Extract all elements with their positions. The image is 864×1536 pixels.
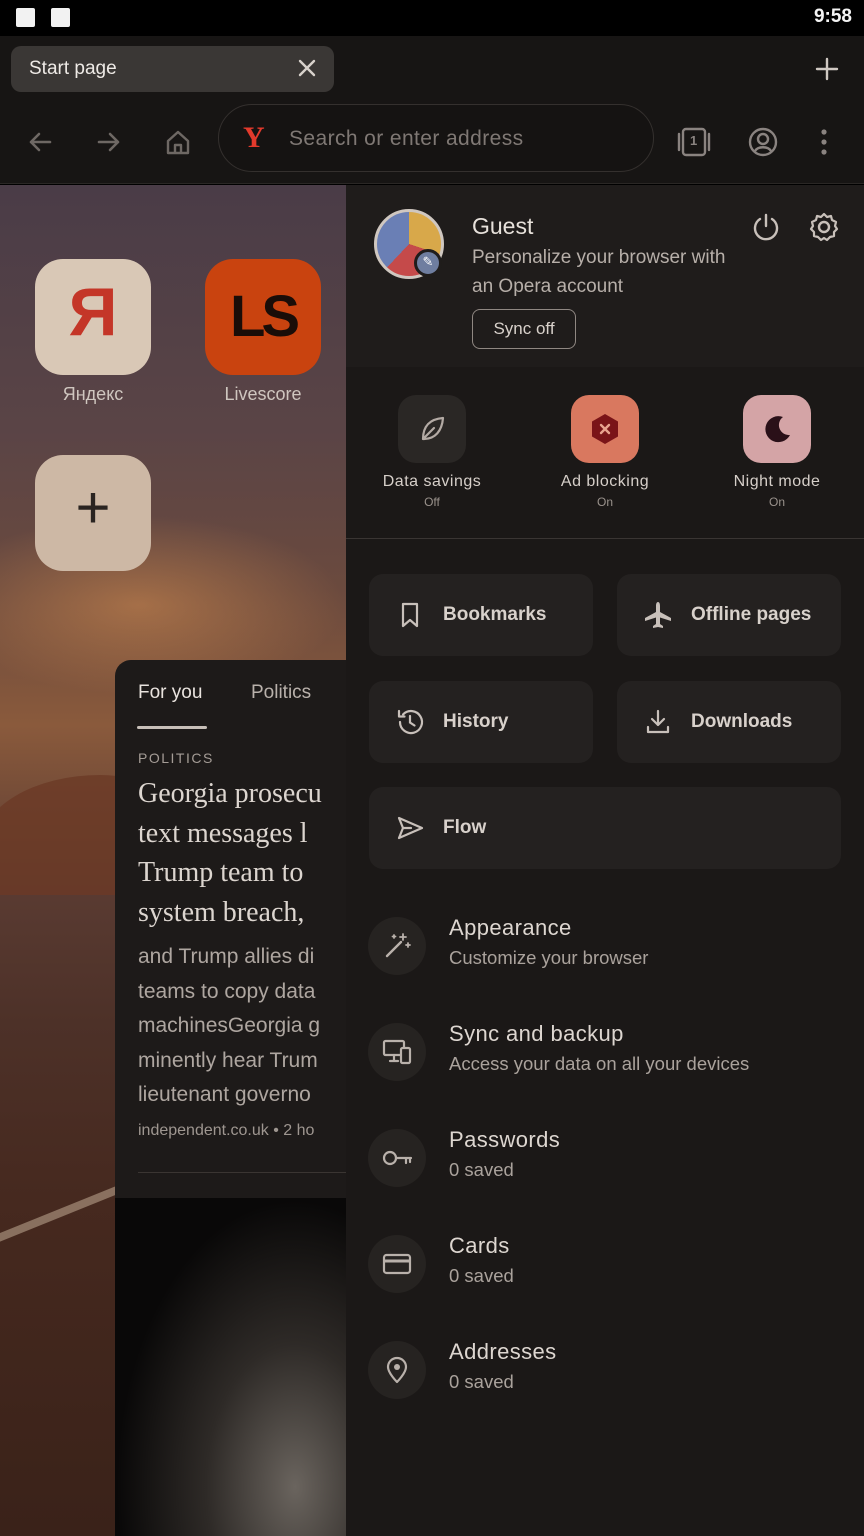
addresses-item[interactable]: Addresses 0 saved xyxy=(346,1329,864,1419)
toggle-ad-blocking[interactable]: Ad blocking On xyxy=(525,395,685,509)
bookmarks-label: Bookmarks xyxy=(443,604,547,625)
send-icon xyxy=(395,813,425,843)
bookmarks-button[interactable]: Bookmarks xyxy=(369,574,593,656)
tab-strip: Start page xyxy=(0,36,864,100)
account-icon[interactable] xyxy=(745,124,781,160)
browser-menu-panel: ✎ Guest Personalize your browser with an… xyxy=(346,185,864,1536)
news-feed-card[interactable]: For you Politics POLITICS Georgia prosec… xyxy=(115,660,346,1200)
news-tab-politics[interactable]: Politics xyxy=(251,682,311,704)
toggle-label: Ad blocking xyxy=(560,473,650,490)
appearance-subtitle: Customize your browser xyxy=(449,947,649,968)
toggle-night-mode[interactable]: Night mode On xyxy=(697,395,857,509)
start-page-background: Я Яндекс LS Livescore + For you Politics… xyxy=(0,185,346,1536)
sync-backup-subtitle: Access your data on all your devices xyxy=(449,1053,750,1074)
toolbar: Y Search or enter address 1 xyxy=(0,100,864,184)
profile-section: ✎ Guest Personalize your browser with an… xyxy=(346,185,864,367)
speed-dial-yandex[interactable]: Я xyxy=(35,259,151,375)
yandex-logo-icon: Y xyxy=(243,121,265,154)
address-bar[interactable]: Y Search or enter address xyxy=(218,104,654,172)
yandex-tile-icon: Я xyxy=(68,274,118,350)
news-source: independent.co.uk • 2 ho xyxy=(138,1122,315,1139)
back-arrow-icon[interactable] xyxy=(22,124,58,160)
airplane-icon xyxy=(643,600,673,630)
passwords-title: Passwords xyxy=(449,1127,561,1152)
cards-item[interactable]: Cards 0 saved xyxy=(346,1223,864,1313)
profile-name: Guest xyxy=(472,213,534,239)
key-icon xyxy=(368,1129,426,1187)
appearance-title: Appearance xyxy=(449,915,572,940)
offline-pages-label: Offline pages xyxy=(691,604,812,625)
gallery-notification-icon xyxy=(16,8,35,27)
tab-start-page[interactable]: Start page xyxy=(11,46,334,92)
power-icon[interactable] xyxy=(750,211,782,243)
offline-pages-button[interactable]: Offline pages xyxy=(617,574,841,656)
history-button[interactable]: History xyxy=(369,681,593,763)
gear-icon[interactable] xyxy=(808,211,840,243)
address-placeholder: Search or enter address xyxy=(289,127,524,150)
magic-wand-icon xyxy=(368,917,426,975)
home-icon[interactable] xyxy=(160,124,196,160)
close-tab-icon[interactable] xyxy=(294,55,320,81)
passwords-item[interactable]: Passwords 0 saved xyxy=(346,1117,864,1207)
news-tab-for-you[interactable]: For you xyxy=(138,682,202,704)
appearance-item[interactable]: Appearance Customize your browser xyxy=(346,905,864,995)
speed-dial-label-livescore: Livescore xyxy=(224,384,302,404)
toggle-data-savings[interactable]: Data savings Off xyxy=(352,395,512,509)
cards-title: Cards xyxy=(449,1233,510,1258)
download-icon xyxy=(643,707,673,737)
devices-icon xyxy=(368,1023,426,1081)
edit-avatar-icon[interactable]: ✎ xyxy=(414,249,442,277)
news-tab-indicator xyxy=(137,726,207,729)
flow-button[interactable]: Flow xyxy=(369,787,841,869)
profile-description: Personalize your browser with an Opera a… xyxy=(472,247,726,297)
history-icon xyxy=(395,707,425,737)
news-divider xyxy=(138,1172,346,1173)
news-image[interactable] xyxy=(115,1198,346,1536)
forward-arrow-icon[interactable] xyxy=(91,124,127,160)
downloads-label: Downloads xyxy=(691,711,793,732)
status-bar: 9:58 xyxy=(0,0,864,36)
moon-icon xyxy=(743,395,811,463)
speed-dial-livescore[interactable]: LS xyxy=(205,259,321,375)
bookmark-icon xyxy=(395,600,425,630)
downloads-button[interactable]: Downloads xyxy=(617,681,841,763)
sync-button[interactable]: Sync off xyxy=(472,309,576,349)
news-snippet: and Trump allies di teams to copy data m… xyxy=(138,945,321,1106)
ad-block-icon xyxy=(571,395,639,463)
flow-label: Flow xyxy=(443,817,487,838)
passwords-subtitle: 0 saved xyxy=(449,1159,514,1180)
new-tab-icon[interactable] xyxy=(814,56,840,82)
sync-backup-item[interactable]: Sync and backup Access your data on all … xyxy=(346,1011,864,1101)
toggle-label: Night mode xyxy=(733,473,821,490)
livescore-tile-icon: LS xyxy=(229,284,300,349)
toggle-label: Data savings xyxy=(382,473,482,490)
toggle-state: Off xyxy=(424,495,440,509)
speed-dial-label-yandex: Яндекс xyxy=(62,384,124,404)
more-menu-icon[interactable] xyxy=(806,124,842,160)
tab-count: 1 xyxy=(690,133,698,148)
tab-switcher-icon[interactable]: 1 xyxy=(676,124,712,160)
font-notification-icon xyxy=(51,8,70,27)
plus-icon: + xyxy=(75,474,111,541)
sync-backup-title: Sync and backup xyxy=(449,1021,624,1046)
addresses-title: Addresses xyxy=(449,1339,557,1364)
cards-subtitle: 0 saved xyxy=(449,1265,514,1286)
add-speed-dial-button[interactable]: + xyxy=(35,455,151,571)
leaf-icon xyxy=(398,395,466,463)
news-category: POLITICS xyxy=(138,750,214,766)
status-time: 9:58 xyxy=(813,6,852,27)
history-label: History xyxy=(443,711,509,732)
toggle-state: On xyxy=(596,495,613,509)
card-icon xyxy=(368,1235,426,1293)
quick-toggles: Data savings Off Ad blocking On Night mo… xyxy=(346,367,864,539)
tab-title: Start page xyxy=(29,58,117,79)
news-headline[interactable]: Georgia prosecu text messages l Trump te… xyxy=(138,774,346,932)
toggle-state: On xyxy=(768,495,785,509)
addresses-subtitle: 0 saved xyxy=(449,1371,514,1392)
location-icon xyxy=(368,1341,426,1399)
